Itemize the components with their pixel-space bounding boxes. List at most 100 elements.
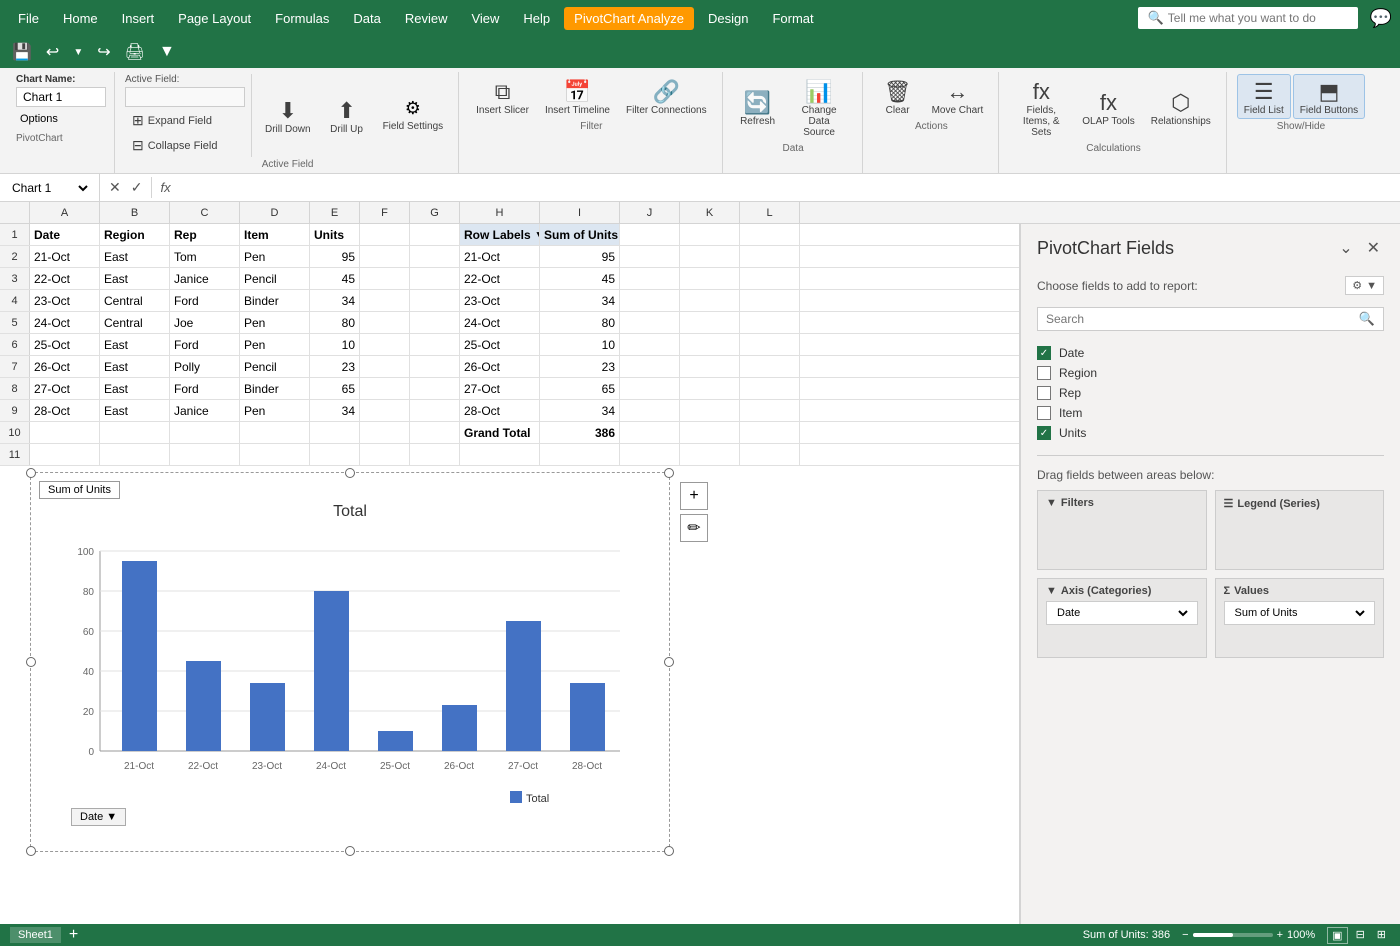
chart-handle-bl[interactable] [26, 846, 36, 856]
field-checkbox-item[interactable] [1037, 406, 1051, 420]
bar-22oct[interactable] [186, 661, 221, 751]
change-data-source-button[interactable]: 📊 Change Data Source [785, 74, 854, 141]
chart-name-input[interactable] [16, 87, 106, 107]
cell-k4[interactable] [680, 290, 740, 311]
page-layout-view-button[interactable]: ⊟ [1352, 927, 1369, 944]
field-checkbox-rep[interactable] [1037, 386, 1051, 400]
menu-help[interactable]: Help [513, 7, 560, 30]
page-break-view-button[interactable]: ⊞ [1373, 927, 1390, 944]
insert-timeline-button[interactable]: 📅 Insert Timeline [538, 74, 617, 119]
cell-c3[interactable]: Janice [170, 268, 240, 289]
cell-g8[interactable] [410, 378, 460, 399]
values-sum-item[interactable]: Sum of Units [1224, 601, 1376, 625]
cell-l5[interactable] [740, 312, 800, 333]
col-header-c[interactable]: C [170, 202, 240, 223]
cell-i2[interactable]: 95 [540, 246, 620, 267]
cell-d5[interactable]: Pen [240, 312, 310, 333]
col-header-f[interactable]: F [360, 202, 410, 223]
menu-design[interactable]: Design [698, 7, 758, 30]
menu-review[interactable]: Review [395, 7, 458, 30]
axis-value-select[interactable]: Date [1053, 606, 1191, 620]
add-sheet-button[interactable]: + [69, 926, 78, 944]
chart-handle-tr[interactable] [664, 468, 674, 478]
cell-f2[interactable] [360, 246, 410, 267]
bar-26oct[interactable] [442, 705, 477, 751]
panel-gear-button[interactable]: ⚙ ▼ [1345, 276, 1384, 295]
cell-l3[interactable] [740, 268, 800, 289]
cell-g3[interactable] [410, 268, 460, 289]
values-select[interactable]: Sum of Units [1231, 606, 1369, 620]
cell-j2[interactable] [620, 246, 680, 267]
panel-collapse-button[interactable]: ⌄ [1335, 236, 1356, 260]
undo-button[interactable]: ↩ [42, 40, 63, 64]
cell-b6[interactable]: East [100, 334, 170, 355]
cell-c2[interactable]: Tom [170, 246, 240, 267]
field-settings-button[interactable]: ⚙ Field Settings [376, 93, 451, 137]
cell-f10[interactable] [360, 422, 410, 443]
cell-g9[interactable] [410, 400, 460, 421]
bar-21oct[interactable] [122, 561, 157, 751]
cell-e2[interactable]: 95 [310, 246, 360, 267]
cell-h6[interactable]: 25-Oct [460, 334, 540, 355]
cell-h9[interactable]: 28-Oct [460, 400, 540, 421]
cell-h5[interactable]: 24-Oct [460, 312, 540, 333]
cell-l10[interactable] [740, 422, 800, 443]
drill-down-button[interactable]: ⬇ Drill Down [258, 93, 318, 138]
fields-items-sets-button[interactable]: fx Fields, Items, & Sets [1009, 74, 1073, 141]
drill-up-button[interactable]: ⬆ Drill Up [322, 93, 372, 138]
cell-d10[interactable] [240, 422, 310, 443]
cell-g7[interactable] [410, 356, 460, 377]
cell-j9[interactable] [620, 400, 680, 421]
bar-24oct[interactable] [314, 591, 349, 751]
cell-c10[interactable] [170, 422, 240, 443]
cell-a1[interactable]: Date [30, 224, 100, 245]
cell-g10[interactable] [410, 422, 460, 443]
cell-b9[interactable]: East [100, 400, 170, 421]
cell-c4[interactable]: Ford [170, 290, 240, 311]
cell-j4[interactable] [620, 290, 680, 311]
col-header-e[interactable]: E [310, 202, 360, 223]
cell-i5[interactable]: 80 [540, 312, 620, 333]
cell-b7[interactable]: East [100, 356, 170, 377]
cell-f3[interactable] [360, 268, 410, 289]
cell-f1[interactable] [360, 224, 410, 245]
cell-c9[interactable]: Janice [170, 400, 240, 421]
cell-k10[interactable] [680, 422, 740, 443]
global-search-input[interactable] [1168, 11, 1328, 25]
cell-g5[interactable] [410, 312, 460, 333]
chart-style-button[interactable]: ✏ [680, 514, 708, 542]
bar-23oct[interactable] [250, 683, 285, 751]
save-button[interactable]: 💾 [8, 40, 36, 64]
cell-k7[interactable] [680, 356, 740, 377]
cell-b3[interactable]: East [100, 268, 170, 289]
cell-k3[interactable] [680, 268, 740, 289]
cell-a5[interactable]: 24-Oct [30, 312, 100, 333]
cell-i9[interactable]: 34 [540, 400, 620, 421]
panel-close-button[interactable]: ✕ [1363, 236, 1384, 260]
menu-file[interactable]: File [8, 7, 49, 30]
cell-c5[interactable]: Joe [170, 312, 240, 333]
cell-a10[interactable] [30, 422, 100, 443]
redo-button[interactable]: ↪ [93, 40, 114, 64]
name-box-select[interactable]: Chart 1 [8, 180, 91, 196]
cell-d8[interactable]: Binder [240, 378, 310, 399]
cell-f4[interactable] [360, 290, 410, 311]
cell-j1[interactable] [620, 224, 680, 245]
col-header-k[interactable]: K [680, 202, 740, 223]
cell-h7[interactable]: 26-Oct [460, 356, 540, 377]
chart-handle-mr[interactable] [664, 657, 674, 667]
cell-g2[interactable] [410, 246, 460, 267]
col-header-d[interactable]: D [240, 202, 310, 223]
cell-c1[interactable]: Rep [170, 224, 240, 245]
cell-i1-sum-header[interactable]: Sum of Units [540, 224, 620, 245]
cell-a3[interactable]: 22-Oct [30, 268, 100, 289]
cell-b5[interactable]: Central [100, 312, 170, 333]
cell-d7[interactable]: Pencil [240, 356, 310, 377]
cell-i6[interactable]: 10 [540, 334, 620, 355]
cell-i7[interactable]: 23 [540, 356, 620, 377]
cell-l6[interactable] [740, 334, 800, 355]
cell-h2[interactable]: 21-Oct [460, 246, 540, 267]
col-header-b[interactable]: B [100, 202, 170, 223]
insert-slicer-button[interactable]: ⧉ Insert Slicer [469, 74, 536, 119]
menu-page-layout[interactable]: Page Layout [168, 7, 261, 30]
